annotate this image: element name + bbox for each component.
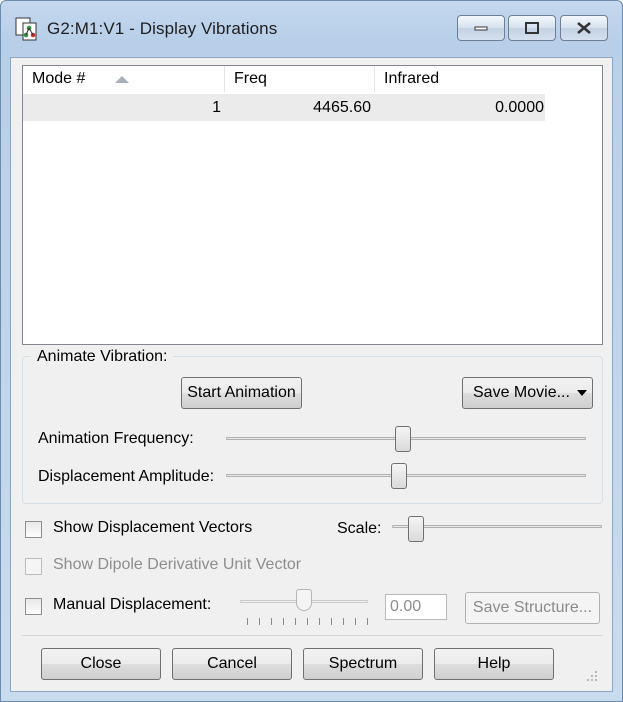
- cancel-button[interactable]: Cancel: [172, 648, 292, 680]
- animate-vibration-label: Animate Vibration:: [31, 348, 174, 366]
- slider-tick: [331, 618, 332, 625]
- show-dipole-vector-checkbox[interactable]: [25, 558, 42, 575]
- scale-label: Scale:: [337, 520, 382, 537]
- slider-tick: [367, 618, 368, 625]
- displacement-amplitude-slider[interactable]: [391, 463, 408, 489]
- minimize-button[interactable]: [457, 15, 505, 41]
- resize-grip-icon[interactable]: [585, 669, 599, 683]
- vibration-modes-list[interactable]: Mode # Freq Infrared 1 4465.60 0.0000: [22, 65, 603, 345]
- manual-displacement-slider[interactable]: [296, 589, 312, 611]
- column-header-freq[interactable]: Freq: [225, 66, 375, 92]
- slider-tick: [319, 618, 320, 625]
- scale-slider[interactable]: [407, 516, 424, 542]
- cell-infrared: 0.0000: [495, 99, 544, 116]
- table-row[interactable]: 1 4465.60 0.0000: [23, 94, 545, 121]
- column-header-infrared[interactable]: Infrared: [375, 66, 547, 92]
- dropdown-arrow-icon: [577, 390, 587, 396]
- show-displacement-vectors-label: Show Displacement Vectors: [53, 519, 253, 536]
- list-header: Mode # Freq Infrared: [23, 66, 602, 92]
- display-vibrations-window: G2:M1:V1 - Display Vibrations Mode # Fre…: [0, 0, 623, 702]
- close-icon: [577, 22, 591, 34]
- help-button[interactable]: Help: [434, 648, 554, 680]
- save-structure-button[interactable]: Save Structure...: [465, 592, 600, 624]
- slider-tick: [271, 618, 272, 625]
- manual-displacement-label: Manual Displacement:: [53, 596, 212, 613]
- title-bar[interactable]: G2:M1:V1 - Display Vibrations: [1, 1, 622, 57]
- footer-divider: [22, 635, 603, 636]
- animation-frequency-slider[interactable]: [394, 426, 411, 452]
- slider-tick: [355, 618, 356, 625]
- molecule-app-icon: [15, 17, 37, 41]
- slider-tick: [295, 618, 296, 625]
- window-title: G2:M1:V1 - Display Vibrations: [47, 19, 278, 38]
- close-button[interactable]: Close: [41, 648, 161, 680]
- animation-frequency-label: Animation Frequency:: [38, 430, 194, 447]
- slider-tick: [247, 618, 248, 625]
- close-window-button[interactable]: [560, 15, 608, 41]
- dialog-client-area: Mode # Freq Infrared 1 4465.60 0.0000 An…: [10, 57, 613, 692]
- minimize-icon: [474, 26, 488, 31]
- show-displacement-vectors-checkbox[interactable]: [25, 521, 42, 538]
- sort-ascending-icon: [115, 76, 129, 83]
- column-header-mode[interactable]: Mode #: [23, 66, 225, 92]
- maximize-button[interactable]: [508, 15, 556, 41]
- cell-freq: 4465.60: [313, 99, 371, 116]
- manual-displacement-value-field[interactable]: 0.00: [385, 594, 447, 620]
- spectrum-button[interactable]: Spectrum: [303, 648, 423, 680]
- displacement-amplitude-label: Displacement Amplitude:: [38, 468, 215, 485]
- slider-tick: [343, 618, 344, 625]
- maximize-icon: [525, 22, 539, 34]
- manual-displacement-checkbox[interactable]: [25, 598, 42, 615]
- cell-mode: 1: [212, 99, 221, 116]
- slider-tick: [283, 618, 284, 625]
- show-dipole-vector-label: Show Dipole Derivative Unit Vector: [53, 556, 302, 573]
- save-movie-button[interactable]: Save Movie...: [462, 377, 593, 409]
- start-animation-button[interactable]: Start Animation: [181, 377, 302, 409]
- slider-tick: [307, 618, 308, 625]
- slider-tick: [259, 618, 260, 625]
